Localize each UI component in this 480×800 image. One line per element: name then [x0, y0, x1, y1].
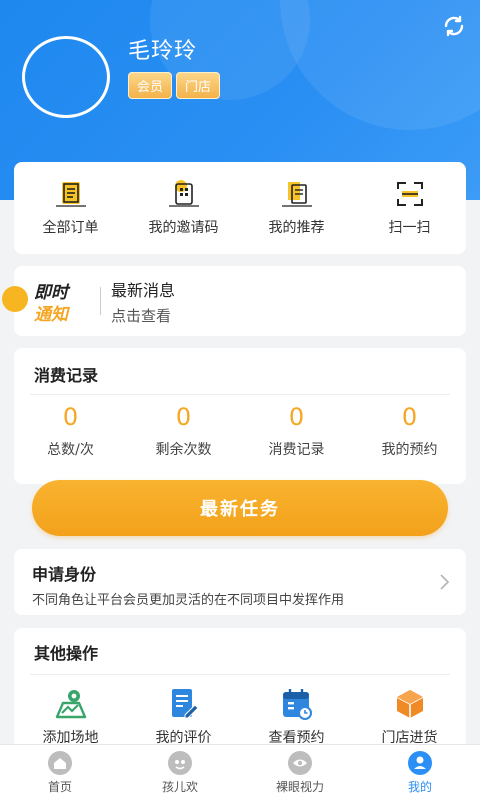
- chevron-right-icon: [440, 574, 450, 590]
- scan-label: 扫一扫: [388, 220, 431, 236]
- notice-title: 最新消息: [111, 280, 176, 300]
- quick-actions: 全部订单 我的邀请码 我的推荐 扫一扫: [14, 162, 466, 254]
- consumption-records: 消费记录 0 总数/次 0 剩余次数 0 消费记录 0 我的预约: [14, 348, 466, 484]
- all-orders-button[interactable]: 全部订单: [16, 179, 126, 237]
- invite-code-button[interactable]: 我的邀请码: [129, 179, 239, 237]
- invite-code-label: 我的邀请码: [148, 220, 219, 236]
- store-badge: 门店: [176, 72, 221, 99]
- stat-label: 剩余次数: [155, 442, 212, 458]
- identity-subtitle: 不同角色让平台会员更加灵活的在不同项目中发挥作用: [32, 593, 345, 608]
- bottom-tab-bar: 首页 孩儿欢 裸眼视力 我的: [0, 744, 480, 800]
- my-reviews-button[interactable]: 我的评价: [129, 687, 239, 747]
- eye-icon: [288, 750, 312, 775]
- tab-label: 首页: [47, 779, 72, 794]
- stat-value: 0: [175, 403, 192, 431]
- calendar-icon: [282, 689, 312, 720]
- notice-dot: [2, 286, 28, 312]
- operations-grid: 添加场地 我的评价 查看预约 门店进货: [14, 675, 466, 747]
- kids-icon: [168, 750, 192, 775]
- stat-remaining[interactable]: 0 剩余次数: [129, 403, 239, 459]
- tab-mine[interactable]: 我的: [365, 750, 475, 795]
- scan-button[interactable]: 扫一扫: [355, 179, 465, 237]
- other-operations: 其他操作 添加场地 我的评价 查看预约 门店进货: [14, 628, 466, 752]
- stat-records[interactable]: 0 消费记录: [242, 403, 352, 459]
- notice-banner[interactable]: 即时 通知 最新消息 点击查看: [2, 266, 466, 336]
- add-venue-button[interactable]: 添加场地: [16, 687, 126, 747]
- tab-label: 我的: [407, 779, 432, 794]
- divider: [100, 287, 101, 315]
- map-pin-icon: [55, 690, 86, 719]
- refresh-icon[interactable]: [442, 14, 466, 38]
- notice-text: 最新消息 点击查看: [111, 277, 175, 326]
- tab-label: 裸眼视力: [275, 779, 324, 794]
- tab-label: 孩儿欢: [161, 779, 198, 794]
- tab-kids[interactable]: 孩儿欢: [125, 750, 235, 795]
- stat-value: 0: [288, 403, 305, 431]
- avatar[interactable]: [22, 36, 110, 118]
- tab-home[interactable]: 首页: [5, 750, 115, 795]
- records-title: 消费记录: [34, 366, 99, 385]
- orders-icon: [55, 182, 86, 207]
- stat-label: 我的预约: [381, 442, 438, 458]
- others-title: 其他操作: [34, 644, 99, 663]
- scan-icon: [396, 182, 423, 206]
- latest-task-button[interactable]: 最新任务: [32, 480, 448, 536]
- stat-value: 0: [401, 403, 418, 431]
- my-recommend-label: 我的推荐: [268, 220, 325, 236]
- apply-identity-row[interactable]: 申请身份 不同角色让平台会员更加灵活的在不同项目中发挥作用: [14, 549, 466, 615]
- identity-title: 申请身份: [32, 565, 97, 584]
- records-stats: 0 总数/次 0 剩余次数 0 消费记录 0 我的预约: [14, 395, 466, 459]
- role-badges: 会员 门店: [128, 72, 221, 99]
- notice-subtitle: 点击查看: [111, 306, 172, 325]
- user-name: 毛玲玲: [128, 39, 198, 64]
- my-recommend-button[interactable]: 我的推荐: [242, 179, 352, 237]
- stat-appointments[interactable]: 0 我的预约: [355, 403, 465, 459]
- all-orders-label: 全部订单: [42, 220, 99, 236]
- store-purchase-button[interactable]: 门店进货: [355, 687, 465, 747]
- tab-vision[interactable]: 裸眼视力: [245, 750, 355, 795]
- user-icon: [408, 750, 432, 775]
- stat-label: 总数/次: [47, 442, 94, 458]
- stat-value: 0: [62, 403, 79, 431]
- notice-logo-line2: 通知: [34, 305, 68, 325]
- stat-label: 消费记录: [268, 442, 325, 458]
- invite-code-icon: [168, 180, 199, 207]
- member-badge: 会员: [128, 72, 173, 99]
- home-icon: [48, 750, 72, 775]
- instant-notice-logo: 即时 通知: [2, 276, 92, 326]
- edit-doc-icon: [171, 689, 199, 719]
- view-appointments-button[interactable]: 查看预约: [242, 687, 352, 747]
- box-icon: [396, 690, 423, 718]
- recommend-icon: [281, 182, 312, 207]
- stat-total[interactable]: 0 总数/次: [16, 403, 126, 459]
